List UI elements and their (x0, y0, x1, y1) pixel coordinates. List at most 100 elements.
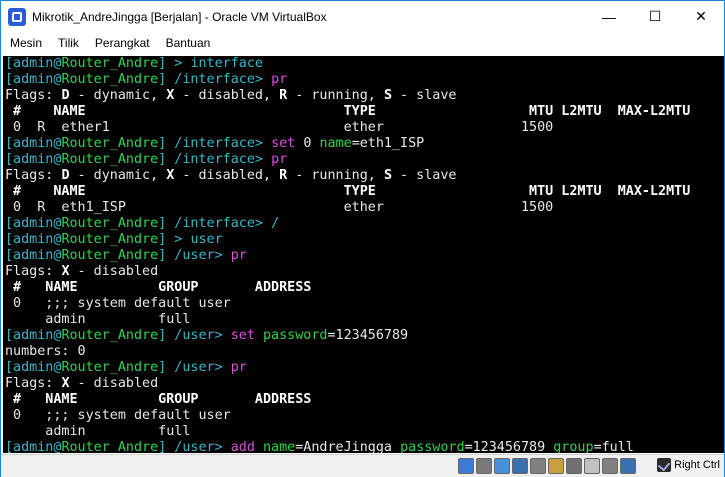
console-text: D (61, 88, 70, 103)
console-text: # NAME TYPE MTU L2MTU MAX-L2MTU (5, 184, 691, 199)
console-text: Router_Andre (61, 136, 159, 151)
console-text: interface (190, 56, 263, 71)
console-text: ] /interface> (158, 216, 272, 231)
console-line: [admin@Router_Andre] /user> set password… (5, 328, 408, 344)
host-key-indicator[interactable]: Right Ctrl (657, 458, 720, 472)
console-text: Flags: (5, 168, 62, 183)
console-line: 0 R ether1 ether 1500 (5, 120, 553, 136)
console-text: 0 (303, 136, 320, 151)
console-text: =123456789 (464, 440, 554, 453)
console-text: Router_Andre (61, 152, 159, 167)
console-text: [admin@ (5, 136, 62, 151)
console-text: R (279, 168, 288, 183)
menu-bantuan[interactable]: Bantuan (157, 36, 218, 50)
console-text: # NAME GROUP ADDRESS (5, 392, 312, 407)
console-text: name (263, 440, 296, 453)
console-text: [admin@ (5, 360, 62, 375)
console-text: ] /interface> (158, 136, 272, 151)
host-key-label: Right Ctrl (674, 459, 720, 471)
console-text: group (553, 440, 594, 453)
console-text: name (319, 136, 352, 151)
console-text: - disabled (69, 376, 159, 391)
console-text: password (400, 440, 465, 453)
console-text: 0 R ether1 ether 1500 (5, 120, 554, 135)
console-text: 0 ;;; system default user (5, 296, 231, 311)
console-text: D (61, 168, 70, 183)
console-text: - running, (287, 168, 384, 183)
console-line: admin full (5, 312, 190, 328)
console-text: [admin@ (5, 232, 62, 247)
title-bar[interactable]: Mikrotik_AndreJingga [Berjalan] - Oracle… (1, 1, 724, 32)
console-text: set (271, 136, 304, 151)
console-text: Flags: (5, 88, 62, 103)
display-icon[interactable] (566, 458, 582, 474)
console-text: ] /user> (158, 328, 231, 343)
console-line: [admin@Router_Andre] > interface (5, 56, 263, 72)
console-text: [admin@ (5, 152, 62, 167)
hdd-icon[interactable] (458, 458, 474, 474)
console-text: 0 ;;; system default user (5, 408, 231, 423)
console-line: # NAME GROUP ADDRESS (5, 280, 311, 296)
status-icons (458, 458, 636, 474)
virtualbox-icon (8, 7, 26, 26)
minimize-button[interactable]: — (586, 1, 632, 32)
shared-folder-icon[interactable] (548, 458, 564, 474)
console-text: set (230, 328, 263, 343)
console-text: pr (230, 248, 247, 263)
console-line: [admin@Router_Andre] /user> pr (5, 248, 247, 264)
status-bar: Right Ctrl (1, 454, 724, 477)
console-text: ] /interface> (158, 152, 272, 167)
console-text: ] > (158, 232, 191, 247)
console-text: R (279, 88, 288, 103)
close-button[interactable]: ✕ (678, 1, 724, 32)
console-text: Router_Andre (61, 72, 159, 87)
console-text: Router_Andre (61, 248, 159, 263)
console-text: =AndreJingga (295, 440, 401, 453)
console-text: Flags: (5, 264, 62, 279)
mouse-integration-icon[interactable] (620, 458, 636, 474)
network-icon[interactable] (512, 458, 528, 474)
console-text: Router_Andre (61, 328, 159, 343)
console-text: user (190, 232, 223, 247)
console-text: - disabled, (174, 88, 280, 103)
menu-perangkat[interactable]: Perangkat (86, 36, 157, 50)
console-text: - disabled (69, 264, 159, 279)
menu-mesin[interactable]: Mesin (1, 36, 49, 50)
console-line: [admin@Router_Andre] /interface> pr (5, 72, 287, 88)
console-text: pr (271, 72, 288, 87)
console-line: # NAME GROUP ADDRESS (5, 392, 311, 408)
menu-tilik[interactable]: Tilik (49, 36, 86, 50)
console-text: pr (271, 152, 288, 167)
console-text: [admin@ (5, 248, 62, 263)
console-line: Flags: D - dynamic, X - disabled, R - ru… (5, 88, 457, 104)
recording-icon[interactable] (584, 458, 600, 474)
console-text: - slave (392, 168, 457, 183)
console-line: Flags: X - disabled (5, 264, 158, 280)
cpu-icon[interactable] (602, 458, 618, 474)
optical-drive-icon[interactable] (476, 458, 492, 474)
window-title: Mikrotik_AndreJingga [Berjalan] - Oracle… (32, 9, 327, 24)
usb-icon[interactable] (530, 458, 546, 474)
console-text: ] /interface> (158, 72, 272, 87)
console-text: X (61, 264, 70, 279)
console-line: [admin@Router_Andre] /interface> pr (5, 152, 287, 168)
console-text: S (383, 88, 392, 103)
console-line: # NAME TYPE MTU L2MTU MAX-L2MTU (5, 104, 690, 120)
maximize-button[interactable]: ☐ (632, 1, 678, 32)
console-line: admin full (5, 424, 190, 440)
console-line: Flags: X - disabled (5, 376, 158, 392)
virtualbox-window: Mikrotik_AndreJingga [Berjalan] - Oracle… (0, 0, 725, 477)
console-text: S (383, 168, 392, 183)
audio-icon[interactable] (494, 458, 510, 474)
console-text: Router_Andre (61, 232, 159, 247)
console-text: - dynamic, (69, 168, 167, 183)
console-text: ] > (158, 56, 191, 71)
vm-console-screen[interactable]: [admin@Router_Andre] > interface [admin@R… (3, 56, 724, 453)
console-line: 0 ;;; system default user (5, 296, 231, 312)
console-text: / (271, 216, 280, 231)
console-text: admin full (5, 424, 191, 439)
console-text: [admin@ (5, 72, 62, 87)
console-text: [admin@ (5, 56, 62, 71)
console-text: pr (230, 360, 247, 375)
console-text: admin full (5, 312, 191, 327)
